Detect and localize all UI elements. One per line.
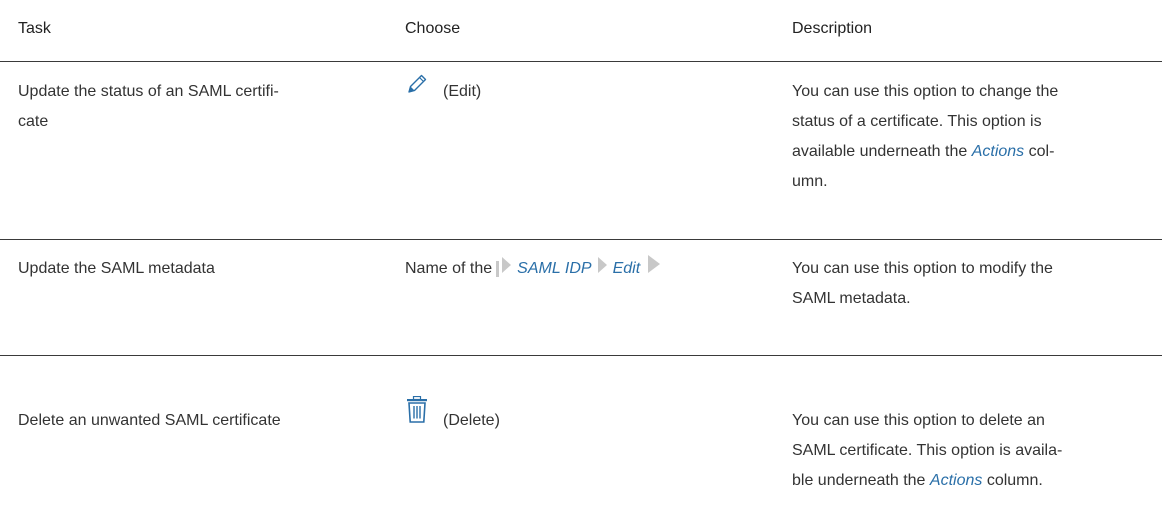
header-description: Description: [792, 20, 873, 37]
path-arrow-icon: [597, 254, 607, 284]
description-line: You can use this option to change the: [792, 83, 1059, 100]
table-row: Delete an unwanted SAML certificate (Del…: [0, 356, 1162, 517]
document-table: Task Choose Description Update the statu…: [0, 0, 1162, 517]
actions-column-ref: Actions: [971, 143, 1025, 160]
header-choose: Choose: [405, 20, 461, 37]
actions-column-ref: Actions: [929, 472, 983, 489]
description-line: You can use this option to modify the: [792, 260, 1053, 277]
path-prefix: Name of the: [405, 260, 493, 277]
choose-cell: (Edit): [405, 74, 775, 107]
description-text: ble underneath the: [792, 472, 926, 489]
choose-label-delete: (Delete): [443, 412, 500, 429]
task-text-line: Update the status of an SAML certifi-: [18, 83, 279, 100]
task-cell: Update the SAML metadata: [18, 254, 378, 284]
header-task: Task: [18, 20, 51, 37]
description-line: SAML certificate. This option is availa-: [792, 442, 1063, 459]
description-cell: You can use this option to modify the SA…: [792, 254, 1162, 314]
description-line: available underneath the Actions col-: [792, 137, 1162, 167]
description-line: umn.: [792, 173, 828, 190]
choose-cell: (Delete): [405, 395, 775, 436]
description-line: You can use this option to delete an: [792, 412, 1045, 429]
description-line: SAML metadata.: [792, 290, 911, 307]
description-cell: You can use this option to delete an SAM…: [792, 406, 1162, 496]
description-line: ble underneath the Actions column.: [792, 466, 1162, 496]
path-item-saml-idp[interactable]: SAML IDP: [517, 254, 591, 284]
description-line: status of a certificate. This option is: [792, 113, 1042, 130]
task-cell: Update the status of an SAML certifi- ca…: [18, 77, 378, 137]
choose-label-edit: (Edit): [443, 83, 482, 100]
table-header-row: Task Choose Description: [0, 0, 1162, 62]
description-text: column.: [982, 472, 1043, 489]
navigation-path: Name of the SAML IDP Edit: [405, 254, 775, 284]
description-cell: You can use this option to change the st…: [792, 77, 1162, 197]
path-arrow-icon: [502, 254, 512, 284]
table-row: Update the SAML metadata Name of the SAM…: [0, 240, 1162, 356]
description-text: col-: [1024, 143, 1055, 160]
trash-delete-icon[interactable]: [405, 395, 429, 435]
path-start-bar-icon: [496, 261, 500, 277]
path-end-arrow-icon: [648, 254, 661, 284]
choose-cell: Name of the SAML IDP Edit: [405, 254, 775, 284]
task-cell: Delete an unwanted SAML certificate: [18, 406, 378, 436]
task-text-line: Delete an unwanted SAML certificate: [18, 412, 281, 429]
description-text: available underneath the: [792, 143, 968, 160]
table-row: Update the status of an SAML certifi- ca…: [0, 62, 1162, 240]
pencil-edit-icon[interactable]: [405, 72, 429, 107]
task-text-line: Update the SAML metadata: [18, 260, 215, 277]
task-text-line: cate: [18, 113, 49, 130]
path-item-edit[interactable]: Edit: [613, 254, 641, 284]
